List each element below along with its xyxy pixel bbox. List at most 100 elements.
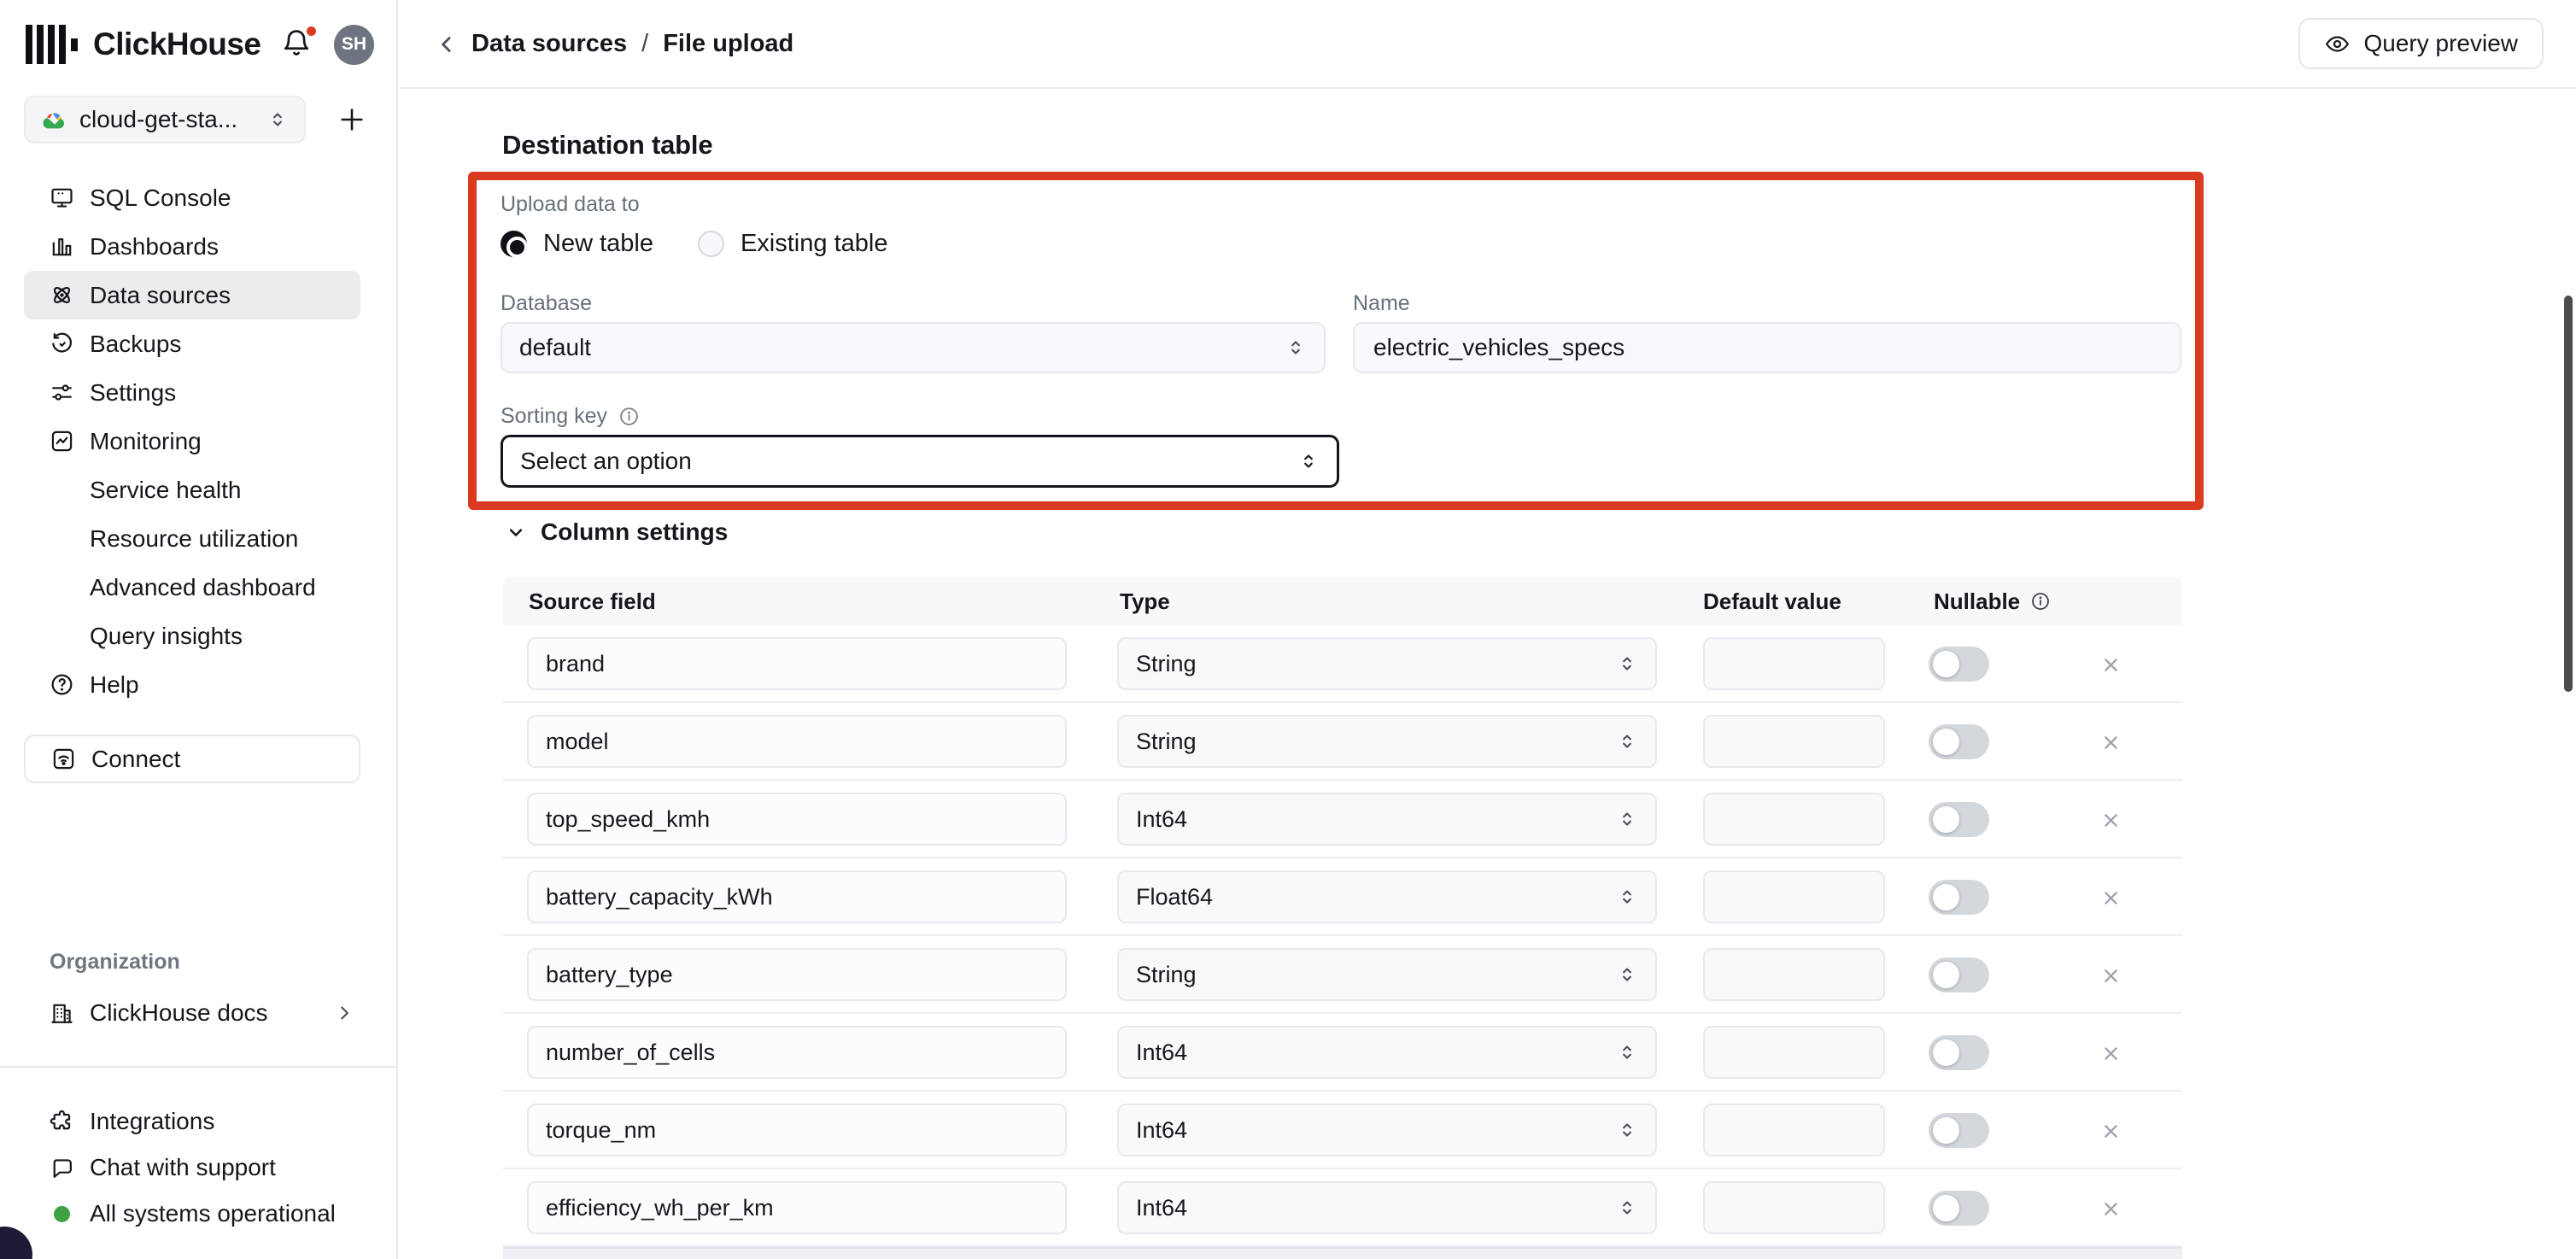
sidebar-item-label: Query insights <box>90 623 243 650</box>
integrations-label: Integrations <box>90 1108 214 1135</box>
sidebar-item-integrations[interactable]: Integrations <box>24 1098 360 1145</box>
sidebar-item-dashboards[interactable]: Dashboards <box>24 222 360 271</box>
sidebar-item-label: SQL Console <box>90 184 231 212</box>
type-select[interactable]: Float64 <box>1117 870 1657 923</box>
gcp-cloud-icon <box>41 107 67 132</box>
chevron-up-down-icon <box>1616 886 1638 908</box>
default-value-input[interactable] <box>1703 715 1885 768</box>
sidebar-item-monitoring[interactable]: Monitoring <box>24 417 360 466</box>
source-field-input[interactable] <box>527 637 1067 690</box>
add-service-button[interactable] <box>335 102 369 137</box>
column-settings-toggle[interactable]: Column settings <box>504 512 728 552</box>
radio-new-table-label: New table <box>543 230 653 258</box>
nullable-toggle[interactable] <box>1929 647 1989 682</box>
sidebar-item-chat-support[interactable]: Chat with support <box>24 1145 360 1191</box>
sidebar-item-label: Resource utilization <box>90 525 298 553</box>
remove-column-button[interactable] <box>2093 725 2128 759</box>
default-value-input[interactable] <box>1703 793 1885 846</box>
default-value-input[interactable] <box>1703 870 1885 923</box>
query-preview-button[interactable]: Query preview <box>2298 18 2544 69</box>
type-select[interactable]: String <box>1117 948 1657 1001</box>
nullable-toggle[interactable] <box>1929 724 1989 759</box>
remove-column-button[interactable] <box>2093 958 2128 993</box>
remove-column-button[interactable] <box>2093 647 2128 682</box>
table-row: String <box>503 936 2182 1014</box>
breadcrumb-data-sources[interactable]: Data sources <box>471 30 627 58</box>
remove-column-button[interactable] <box>2093 803 2128 837</box>
info-icon[interactable] <box>2030 591 2051 612</box>
sorting-key-select[interactable]: Select an option <box>501 435 1339 488</box>
default-value-input[interactable] <box>1703 948 1885 1001</box>
default-value-input[interactable] <box>1703 637 1885 690</box>
nullable-toggle[interactable] <box>1929 802 1989 837</box>
source-field-input[interactable] <box>527 1104 1067 1157</box>
app-window: ClickHouse SH cloud-get-sta... <box>0 0 2576 1259</box>
source-field-input[interactable] <box>527 870 1067 923</box>
clickhouse-logo[interactable] <box>26 25 78 64</box>
nullable-toggle[interactable] <box>1929 1113 1989 1148</box>
table-row: Int64 <box>503 1169 2182 1247</box>
back-button[interactable] <box>430 28 463 61</box>
page-title: Destination table <box>502 130 712 161</box>
chevron-up-down-icon <box>1297 450 1320 472</box>
sidebar-item-help[interactable]: Help <box>24 660 360 709</box>
connect-button[interactable]: Connect <box>24 735 360 783</box>
remove-column-button[interactable] <box>2093 1192 2128 1226</box>
type-select[interactable]: String <box>1117 715 1657 768</box>
source-field-input[interactable] <box>527 715 1067 768</box>
chart-square-icon <box>49 428 75 454</box>
type-selected-value: Int64 <box>1136 1117 1187 1144</box>
type-select[interactable]: Int64 <box>1117 1026 1657 1079</box>
remove-column-button[interactable] <box>2093 1036 2128 1070</box>
database-select[interactable]: default <box>501 322 1326 373</box>
sidebar-item-service-health[interactable]: Service health <box>24 466 360 514</box>
type-select[interactable]: Int64 <box>1117 1104 1657 1157</box>
default-value-input[interactable] <box>1703 1181 1885 1234</box>
sidebar-item-resource-utilization[interactable]: Resource utilization <box>24 514 360 563</box>
source-field-input[interactable] <box>527 793 1067 846</box>
sidebar-item-advanced-dashboard[interactable]: Advanced dashboard <box>24 563 360 612</box>
sidebar-item-settings[interactable]: Settings <box>24 368 360 417</box>
sidebar-item-sql-console[interactable]: SQL Console <box>24 173 360 222</box>
breadcrumb: Data sources / File upload <box>471 0 793 87</box>
sidebar-nav: SQL Console Dashboards Data sources Back… <box>24 173 360 709</box>
info-icon[interactable] <box>618 406 640 427</box>
radio-unchecked-icon <box>698 231 724 257</box>
table-row: Int64 <box>503 781 2182 858</box>
type-select[interactable]: Int64 <box>1117 1181 1657 1234</box>
notifications-button[interactable] <box>281 27 315 61</box>
radio-new-table[interactable]: New table <box>501 230 653 258</box>
sidebar-item-query-insights[interactable]: Query insights <box>24 612 360 660</box>
default-value-input[interactable] <box>1703 1026 1885 1079</box>
type-selected-value: Int64 <box>1136 1039 1187 1066</box>
avatar[interactable]: SH <box>334 25 374 65</box>
source-field-input[interactable] <box>527 1026 1067 1079</box>
radio-existing-table[interactable]: Existing table <box>698 230 888 258</box>
sidebar-item-clickhouse-docs[interactable]: ClickHouse docs <box>24 989 360 1037</box>
database-selected-value: default <box>519 334 591 361</box>
type-select[interactable]: Int64 <box>1117 793 1657 846</box>
name-label: Name <box>1353 291 1410 316</box>
remove-column-button[interactable] <box>2093 1114 2128 1148</box>
nullable-toggle[interactable] <box>1929 1035 1989 1070</box>
default-value-input[interactable] <box>1703 1104 1885 1157</box>
sidebar-item-data-sources[interactable]: Data sources <box>24 271 360 319</box>
type-select[interactable]: String <box>1117 637 1657 690</box>
source-field-input[interactable] <box>527 948 1067 1001</box>
nullable-toggle[interactable] <box>1929 880 1989 915</box>
header-default-value: Default value <box>1703 577 1841 625</box>
logo-bar <box>37 25 44 64</box>
nullable-toggle[interactable] <box>1929 957 1989 993</box>
close-icon <box>2099 653 2122 676</box>
table-name-input[interactable] <box>1353 322 2181 373</box>
service-selector[interactable]: cloud-get-sta... <box>24 96 306 143</box>
vertical-scrollbar-thumb[interactable] <box>2564 296 2573 692</box>
source-field-input[interactable] <box>527 1181 1067 1234</box>
chevron-up-down-icon <box>1616 730 1638 752</box>
destination-table-annotated-box: Upload data to New table Existing table … <box>468 172 2204 510</box>
remove-column-button[interactable] <box>2093 881 2128 915</box>
sidebar-item-system-status[interactable]: All systems operational <box>24 1191 360 1237</box>
toggle-knob <box>1933 1195 1959 1221</box>
sidebar-item-backups[interactable]: Backups <box>24 319 360 368</box>
nullable-toggle[interactable] <box>1929 1191 1989 1226</box>
